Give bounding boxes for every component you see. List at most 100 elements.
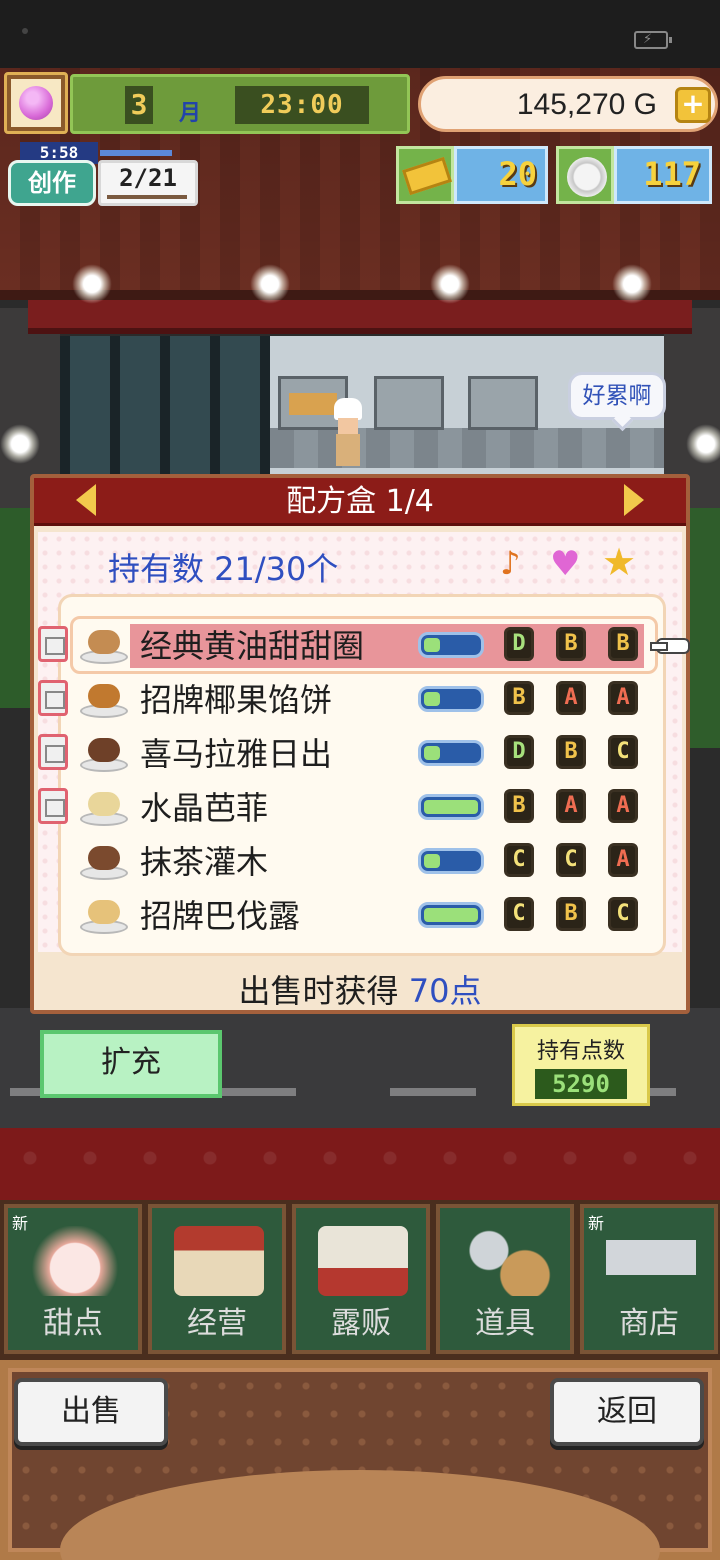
oven-icon (374, 376, 444, 430)
month-label: 月 (179, 101, 202, 126)
create-count: 2/21 (98, 160, 198, 206)
chef-character[interactable] (332, 398, 364, 468)
new-badge: 新 (588, 1214, 605, 1233)
menu-label: 甜点 (43, 1306, 103, 1341)
shop-icon (174, 1226, 264, 1296)
sell-points-text: 出售时获得 70点 (34, 966, 686, 1012)
grade-badge: A (608, 789, 638, 823)
plate-count: 117 (614, 146, 712, 204)
tree (690, 508, 720, 748)
sell-button[interactable]: 出售 (14, 1378, 168, 1446)
level-gauge (418, 686, 484, 712)
level-gauge (418, 740, 484, 766)
ticket-count: 20 (454, 146, 548, 204)
money-panel: 145,270 G + (418, 76, 718, 132)
grade-badge: D (504, 735, 534, 769)
level-gauge-fill (424, 908, 478, 922)
new-badge: 新 (12, 1214, 29, 1233)
display-case-icon (38, 680, 68, 716)
level-gauge-fill (424, 692, 440, 706)
grade-badge: C (504, 897, 534, 931)
plate-counter: 117 (556, 146, 712, 204)
menu-label: 露贩 (331, 1306, 391, 1341)
recipe-name: 喜马拉雅日出 (140, 735, 333, 773)
held-points-panel: 持有点数 5290 (512, 1024, 650, 1106)
sell-points-label: 出售时获得 (238, 972, 399, 1010)
grade-badge: A (608, 681, 638, 715)
grade-badge: A (608, 843, 638, 877)
lamp-icon (72, 264, 112, 304)
held-points-value: 5290 (535, 1069, 627, 1099)
back-button[interactable]: 返回 (550, 1378, 704, 1446)
level-gauge-fill (424, 800, 478, 814)
grade-badge: B (504, 681, 534, 715)
add-money-button[interactable]: + (675, 87, 711, 123)
recipe-name: 抹茶灌木 (140, 843, 269, 881)
grade-badge: C (504, 843, 534, 877)
grade-badge: C (608, 897, 638, 931)
held-points-label: 持有点数 (536, 1039, 625, 1064)
money-value: 145,270 G (516, 88, 657, 121)
recipe-row[interactable]: 招牌巴伐露 C B C (34, 888, 694, 942)
level-gauge (418, 794, 484, 820)
dessert-icon (80, 734, 128, 772)
menu-item-shopping-cart[interactable]: 新商店 (580, 1204, 718, 1354)
grade-badge: B (504, 789, 534, 823)
music-note-icon[interactable]: ♪ (500, 544, 520, 582)
display-case-icon (38, 788, 68, 824)
next-page-arrow-icon[interactable] (624, 484, 644, 516)
tree (0, 508, 32, 708)
grade-badge: B (556, 627, 586, 661)
recipe-name: 招牌巴伐露 (140, 897, 301, 935)
menu-item-food-truck[interactable]: 露贩 (292, 1204, 430, 1354)
menu-item-shop[interactable]: 经营 (148, 1204, 286, 1354)
star-icon[interactable]: ★ (602, 540, 636, 584)
main-menu-bar: 新甜点 经营 露贩 道具新商店 (0, 1200, 720, 1360)
date-time-panel: 3 月 23:00 (70, 74, 410, 134)
grade-badge: A (556, 789, 586, 823)
oven-icon (468, 376, 538, 430)
ticket-counter: 20 (396, 146, 548, 204)
system-status-bar: ⚡ (0, 0, 720, 68)
recipe-row[interactable]: 喜马拉雅日出 D B C (34, 726, 694, 780)
expand-button[interactable]: 扩充 (40, 1030, 222, 1098)
speech-bubble: 好累啊 (568, 372, 666, 420)
create-panel[interactable]: 5:58 创作 2/21 (8, 140, 198, 208)
pointer-hand-icon (650, 628, 694, 658)
level-gauge-fill (424, 746, 440, 760)
dialog-header: 配方盒 1/4 (34, 478, 686, 526)
recipe-name: 招牌椰果馅饼 (140, 681, 333, 719)
lamp-icon (686, 424, 720, 464)
menu-label: 道具 (475, 1306, 535, 1341)
grade-badge: B (608, 627, 638, 661)
menu-item-items-bag[interactable]: 道具 (436, 1204, 574, 1354)
create-progress-bar (100, 150, 172, 156)
create-count-value: 2/21 (119, 164, 177, 192)
level-gauge (418, 902, 484, 928)
owned-count: 持有数 21/30个 (108, 550, 339, 588)
season-tree-button[interactable] (4, 72, 68, 134)
shop-awning (28, 300, 692, 334)
sell-points-value: 70点 (408, 972, 482, 1010)
recipe-row[interactable]: 水晶芭菲 B A A (34, 780, 694, 834)
dessert-icon (80, 680, 128, 718)
level-gauge (418, 848, 484, 874)
recipe-name: 经典黄油甜甜圈 (140, 627, 365, 665)
menu-item-cake[interactable]: 新甜点 (4, 1204, 142, 1354)
heart-icon[interactable]: ♥ (550, 544, 580, 584)
shopping-cart-icon (606, 1226, 696, 1296)
recipe-row[interactable]: 招牌椰果馅饼 B A A (34, 672, 694, 726)
grade-badge: C (608, 735, 638, 769)
ticket-icon (402, 156, 452, 196)
dessert-icon (80, 842, 128, 880)
grade-badge: D (504, 627, 534, 661)
decor-strip (0, 1128, 720, 1200)
lamp-icon (250, 264, 290, 304)
recipe-row[interactable]: 抹茶灌木 C C A (34, 834, 694, 888)
recipe-box-dialog: 配方盒 1/4 持有数 21/30个 ♪ ♥ ★ 经典黄油甜甜圈 D B B 招牌椰果馅… (30, 474, 690, 1014)
level-gauge-fill (424, 854, 440, 868)
prev-page-arrow-icon[interactable] (76, 484, 96, 516)
food-truck-icon (318, 1226, 408, 1296)
recipe-row[interactable]: 经典黄油甜甜圈 D B B (34, 616, 694, 674)
display-case-icon (38, 734, 68, 770)
